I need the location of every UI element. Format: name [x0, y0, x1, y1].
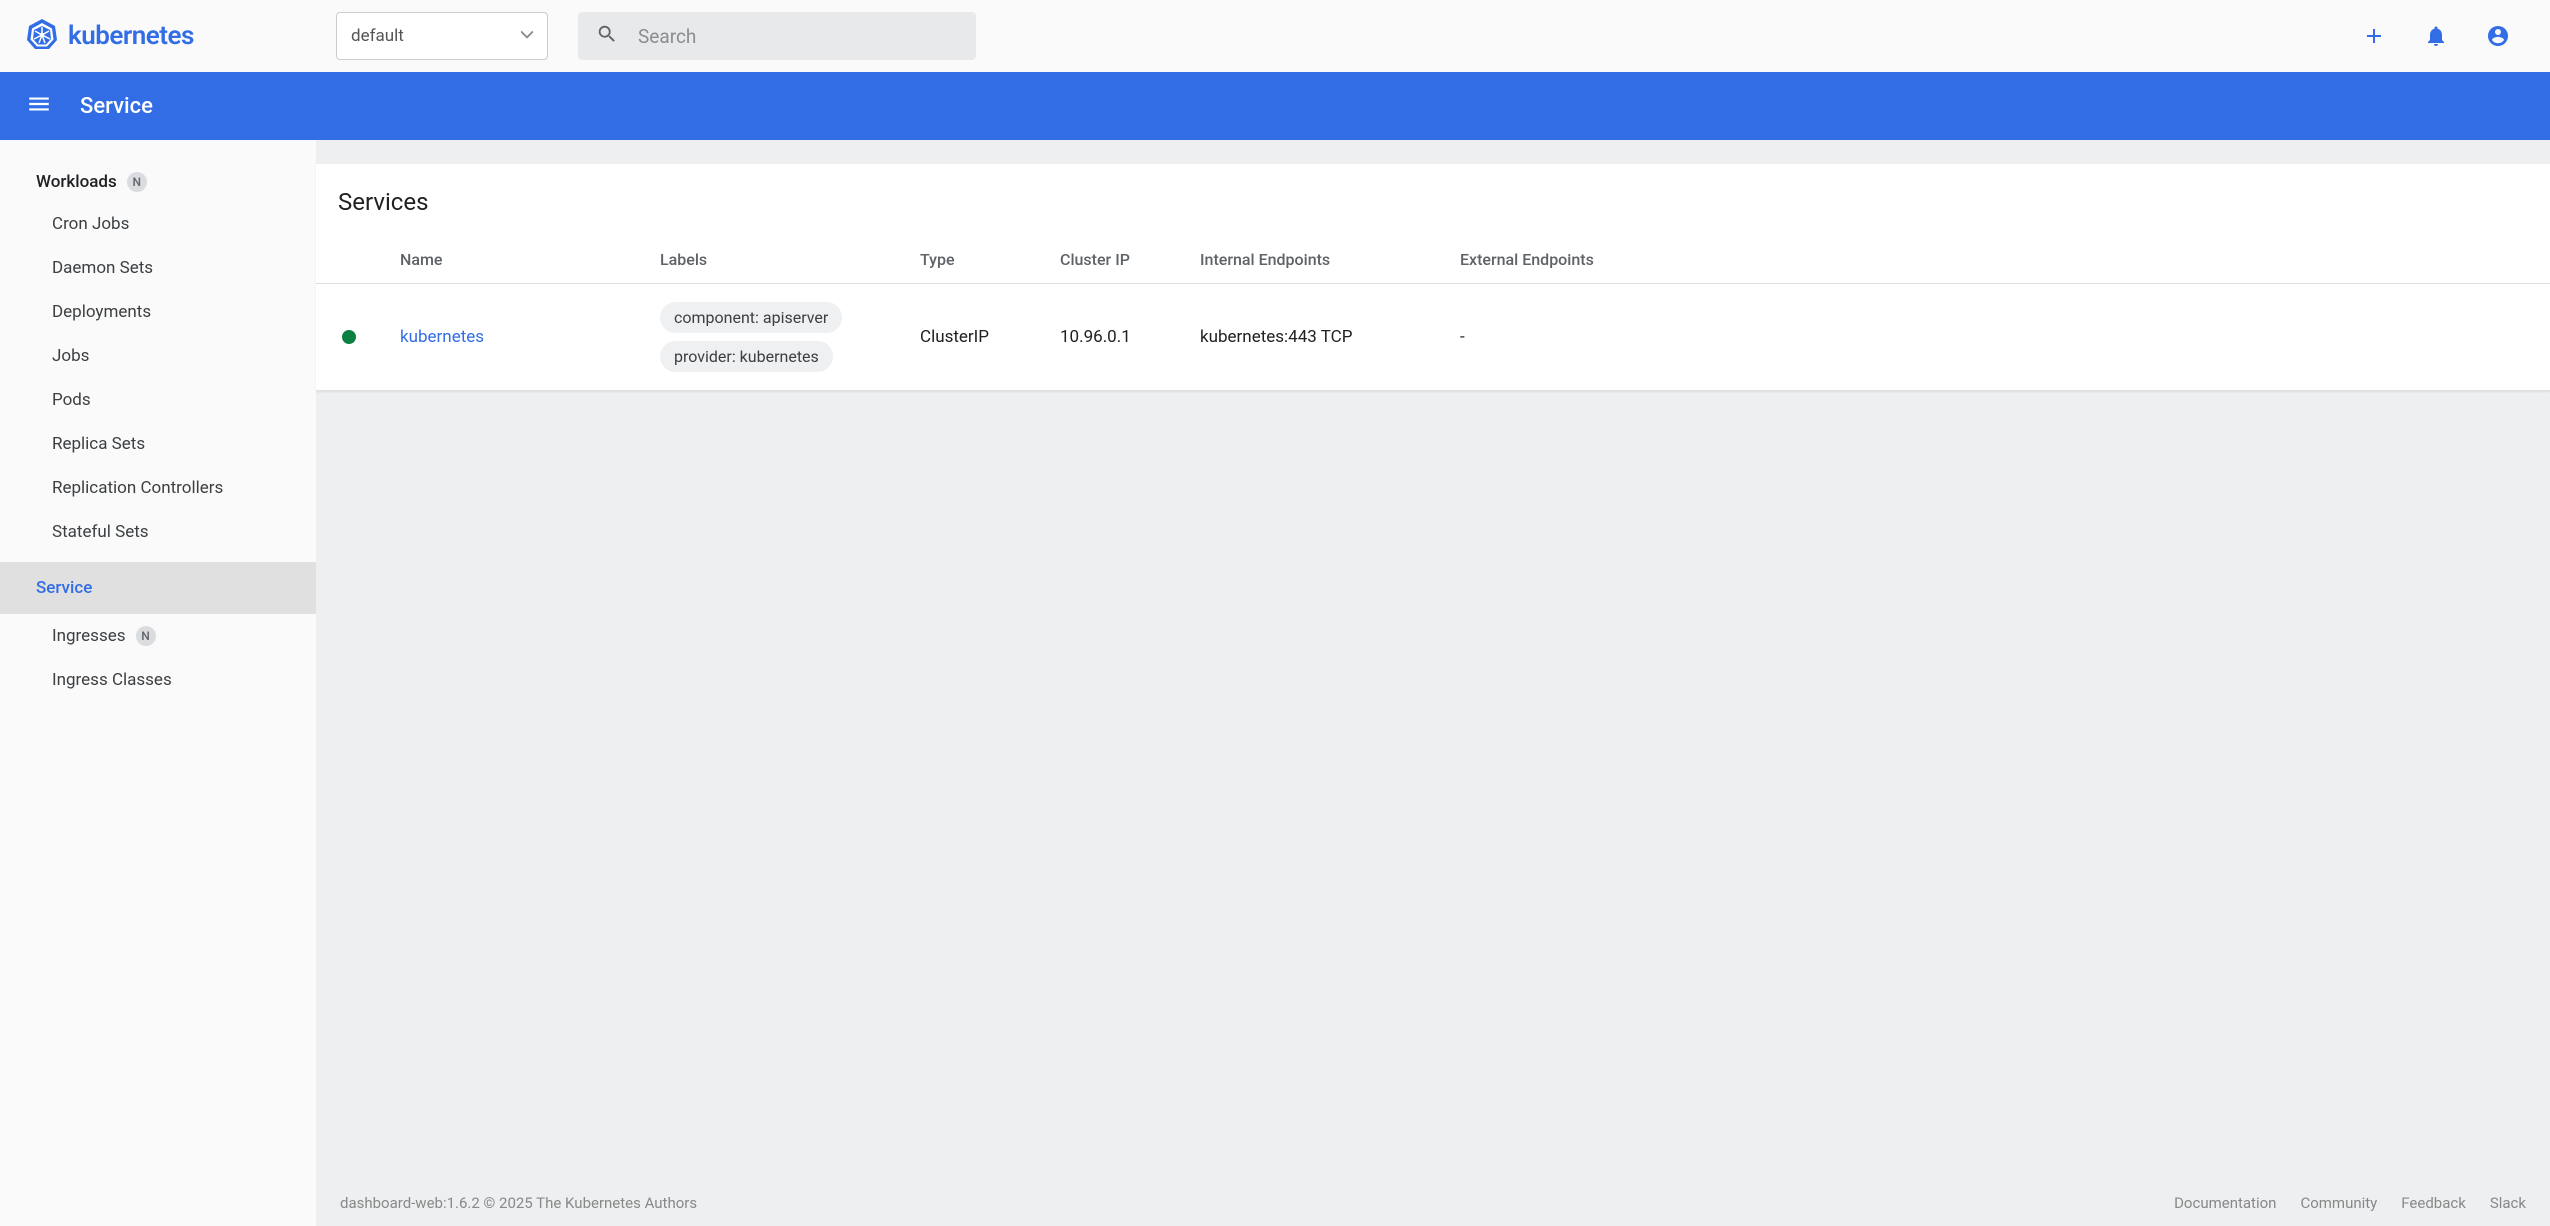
- sidebar-item-stateful-sets[interactable]: Stateful Sets: [0, 510, 316, 554]
- kubernetes-logo-icon: [26, 18, 58, 54]
- sidebar-item-replication-controllers[interactable]: Replication Controllers: [0, 466, 316, 510]
- sidebar-item-pods[interactable]: Pods: [0, 378, 316, 422]
- sidebar-item-label: Replication Controllers: [52, 478, 223, 498]
- topbar-actions: [2362, 24, 2510, 48]
- main-content: Services Name Labels Type Cluster IP Int…: [316, 140, 2550, 1226]
- topbar: kubernetes default: [0, 0, 2550, 72]
- cell-cluster-ip: 10.96.0.1: [1048, 284, 1188, 391]
- footer-link-documentation[interactable]: Documentation: [2174, 1194, 2276, 1212]
- cell-external-endpoints: -: [1448, 284, 2550, 391]
- sidebar-item-deployments[interactable]: Deployments: [0, 290, 316, 334]
- label-chip: component: apiserver: [660, 302, 842, 333]
- service-name-link[interactable]: kubernetes: [400, 327, 484, 347]
- col-name[interactable]: Name: [388, 238, 648, 284]
- menu-icon[interactable]: [18, 83, 60, 129]
- col-internal-endpoints[interactable]: Internal Endpoints: [1188, 238, 1448, 284]
- badge-new: N: [136, 626, 156, 646]
- product-name: kubernetes: [68, 21, 194, 51]
- col-labels[interactable]: Labels: [648, 238, 908, 284]
- sidebar-item-label: Jobs: [52, 346, 89, 366]
- sidebar-item-label: Cron Jobs: [52, 214, 129, 234]
- footer-link-feedback[interactable]: Feedback: [2401, 1194, 2466, 1212]
- sidebar-item-label: Pods: [52, 390, 91, 410]
- sidebar-heading-service[interactable]: Service: [0, 562, 316, 614]
- search-icon: [596, 23, 618, 49]
- footer-links: Documentation Community Feedback Slack: [2174, 1194, 2526, 1212]
- page-header-bar: Service: [0, 72, 2550, 140]
- sidebar-item-label: Stateful Sets: [52, 522, 149, 542]
- sidebar: Workloads N Cron Jobs Daemon Sets Deploy…: [0, 140, 316, 1226]
- cell-internal-endpoints: kubernetes:443 TCP: [1188, 284, 1448, 391]
- search-input[interactable]: [638, 25, 958, 48]
- col-cluster-ip[interactable]: Cluster IP: [1048, 238, 1188, 284]
- services-card: Services Name Labels Type Cluster IP Int…: [316, 164, 2550, 391]
- badge-new: N: [127, 172, 147, 192]
- sidebar-item-ingresses[interactable]: Ingresses N: [0, 614, 316, 658]
- sidebar-item-label: Deployments: [52, 302, 151, 322]
- label-chip: provider: kubernetes: [660, 341, 833, 372]
- sidebar-item-replica-sets[interactable]: Replica Sets: [0, 422, 316, 466]
- sidebar-item-label: Daemon Sets: [52, 258, 153, 278]
- col-type[interactable]: Type: [908, 238, 1048, 284]
- sidebar-heading-label: Workloads: [36, 172, 117, 192]
- page-title: Service: [80, 94, 153, 119]
- sidebar-item-label: Ingress Classes: [52, 670, 172, 690]
- account-circle-icon[interactable]: [2486, 24, 2510, 48]
- add-icon[interactable]: [2362, 24, 2386, 48]
- footer-link-slack[interactable]: Slack: [2490, 1194, 2526, 1212]
- product-logo[interactable]: kubernetes: [26, 18, 326, 54]
- status-ok-icon: [342, 330, 356, 344]
- sidebar-item-cron-jobs[interactable]: Cron Jobs: [0, 202, 316, 246]
- sidebar-item-label: Ingresses: [52, 626, 126, 646]
- namespace-selected-value: default: [351, 26, 404, 46]
- table-header-row: Name Labels Type Cluster IP Internal End…: [316, 238, 2550, 284]
- sidebar-item-jobs[interactable]: Jobs: [0, 334, 316, 378]
- namespace-select[interactable]: default: [336, 12, 548, 60]
- search-box[interactable]: [578, 12, 976, 60]
- footer-link-community[interactable]: Community: [2300, 1194, 2377, 1212]
- table-row[interactable]: kubernetes component: apiserver provider…: [316, 284, 2550, 391]
- sidebar-item-ingress-classes[interactable]: Ingress Classes: [0, 658, 316, 702]
- cell-type: ClusterIP: [908, 284, 1048, 391]
- sidebar-item-label: Replica Sets: [52, 434, 145, 454]
- notifications-icon[interactable]: [2424, 24, 2448, 48]
- sidebar-heading-label: Service: [36, 578, 92, 598]
- services-table: Name Labels Type Cluster IP Internal End…: [316, 238, 2550, 391]
- card-title: Services: [316, 164, 2550, 238]
- chevron-down-icon: [521, 26, 533, 46]
- footer: dashboard-web:1.6.2 © 2025 The Kubernete…: [316, 1180, 2550, 1226]
- sidebar-item-daemon-sets[interactable]: Daemon Sets: [0, 246, 316, 290]
- sidebar-heading-workloads[interactable]: Workloads N: [0, 162, 316, 202]
- footer-version: dashboard-web:1.6.2 © 2025 The Kubernete…: [340, 1194, 697, 1212]
- col-external-endpoints[interactable]: External Endpoints: [1448, 238, 2550, 284]
